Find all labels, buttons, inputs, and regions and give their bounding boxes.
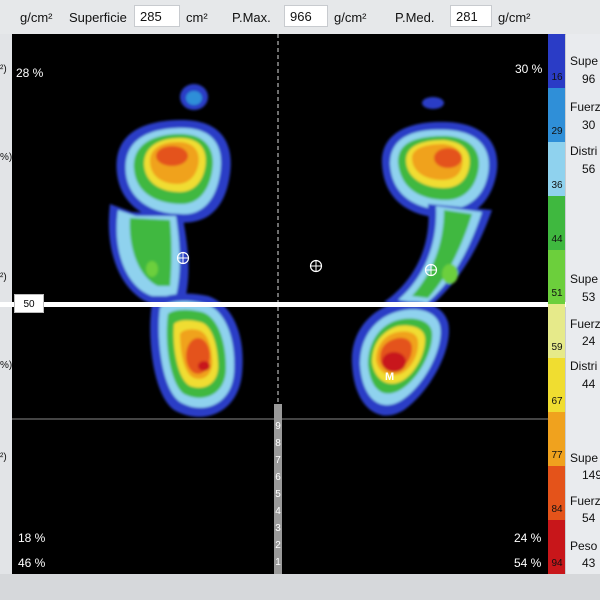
stat-label: Fuerz [570,100,600,114]
ruler-digit: 5 [275,489,281,500]
scale-tick-label: 67 [551,396,563,407]
ruler-digit: 7 [275,455,281,466]
stat-value: 30 [582,118,596,132]
stat-value: 54 [582,511,596,525]
pmed-unit: g/cm² [498,10,531,25]
scale-tick-label: 94 [551,558,563,569]
top-left-percentage: 28 % [16,66,44,80]
stat-label: Supe [570,451,599,465]
right-foot-pressure [351,97,498,416]
scale-tick-label: 44 [551,234,563,245]
measurement-header: g/cm² Superficie 285 cm² P.Max. 966 g/cm… [0,0,600,35]
superficie-field[interactable]: 285 [134,5,180,27]
left-strip-tick: ²) [0,452,7,463]
ruler-digit: 2 [275,540,281,551]
left-strip-tick: %) [0,360,13,371]
superficie-unit: cm² [186,10,208,25]
stat-value: 96 [582,72,596,86]
pmax-unit: g/cm² [334,10,367,25]
scale-tick-label: 29 [551,126,563,137]
ruler-digit: 1 [275,557,281,568]
ruler-digit: 9 [275,421,281,432]
ruler-digit: 4 [275,506,281,517]
bottom-right-total-percentage: 54 % [514,556,542,570]
stat-value: 24 [582,334,596,348]
statistics-panel: Supe 96 Fuerz 30 Distri 56 Supe 53 Fuerz… [566,34,600,574]
left-foot-pressure [108,84,243,417]
bottom-right-percentage: 24 % [514,531,542,545]
stat-value: 149 [582,468,600,482]
left-strip-tick: ²) [0,272,7,283]
ruler-digit: 8 [275,438,281,449]
left-strip-tick: ²) [0,64,7,75]
pmed-field[interactable]: 281 [450,5,492,27]
scale-tick-label: 77 [551,450,563,461]
top-right-percentage: 30 % [515,62,543,76]
scale-tick-label: 59 [551,342,563,353]
bottom-left-percentage: 18 % [18,531,46,545]
superficie-label: Superficie [69,10,127,25]
stat-label: Distri [570,359,598,373]
pressure-color-scale [548,34,565,574]
stat-label: Fuerz [570,317,600,331]
scale-tick-label: 36 [551,180,563,191]
pmax-label: P.Max. [232,10,271,25]
unit-label-left: g/cm² [20,10,53,25]
bottom-left-total-percentage: 46 % [18,556,46,570]
stat-label: Supe [570,54,599,68]
max-pressure-marker: M [385,371,395,383]
stat-label: Supe [570,272,599,286]
left-strip-tick: %) [0,152,13,163]
pmed-label: P.Med. [395,10,435,25]
ruler-digit: 6 [275,472,281,483]
right-foot-cop-marker [424,263,438,277]
scale-tick-label: 51 [551,288,563,299]
horizontal-divider-handle[interactable] [0,302,600,307]
stat-label: Fuerz [570,494,600,508]
divider-position-label[interactable]: 50 [14,294,44,313]
bottom-bezel [0,574,600,600]
overall-cop-marker [309,259,323,273]
stat-label: Peso [570,539,598,553]
ruler-digits: 9 8 7 6 5 4 3 2 1 [274,418,282,571]
stat-value: 56 [582,162,596,176]
stat-value: 53 [582,290,596,304]
stat-value: 44 [582,377,596,391]
left-foot-cop-marker [176,251,190,265]
pmax-field[interactable]: 966 [284,5,328,27]
stat-value: 43 [582,556,596,570]
ruler-digit: 3 [275,523,281,534]
stat-label: Distri [570,144,598,158]
scale-tick-label: 84 [551,504,563,515]
scale-tick-label: 16 [551,72,563,83]
